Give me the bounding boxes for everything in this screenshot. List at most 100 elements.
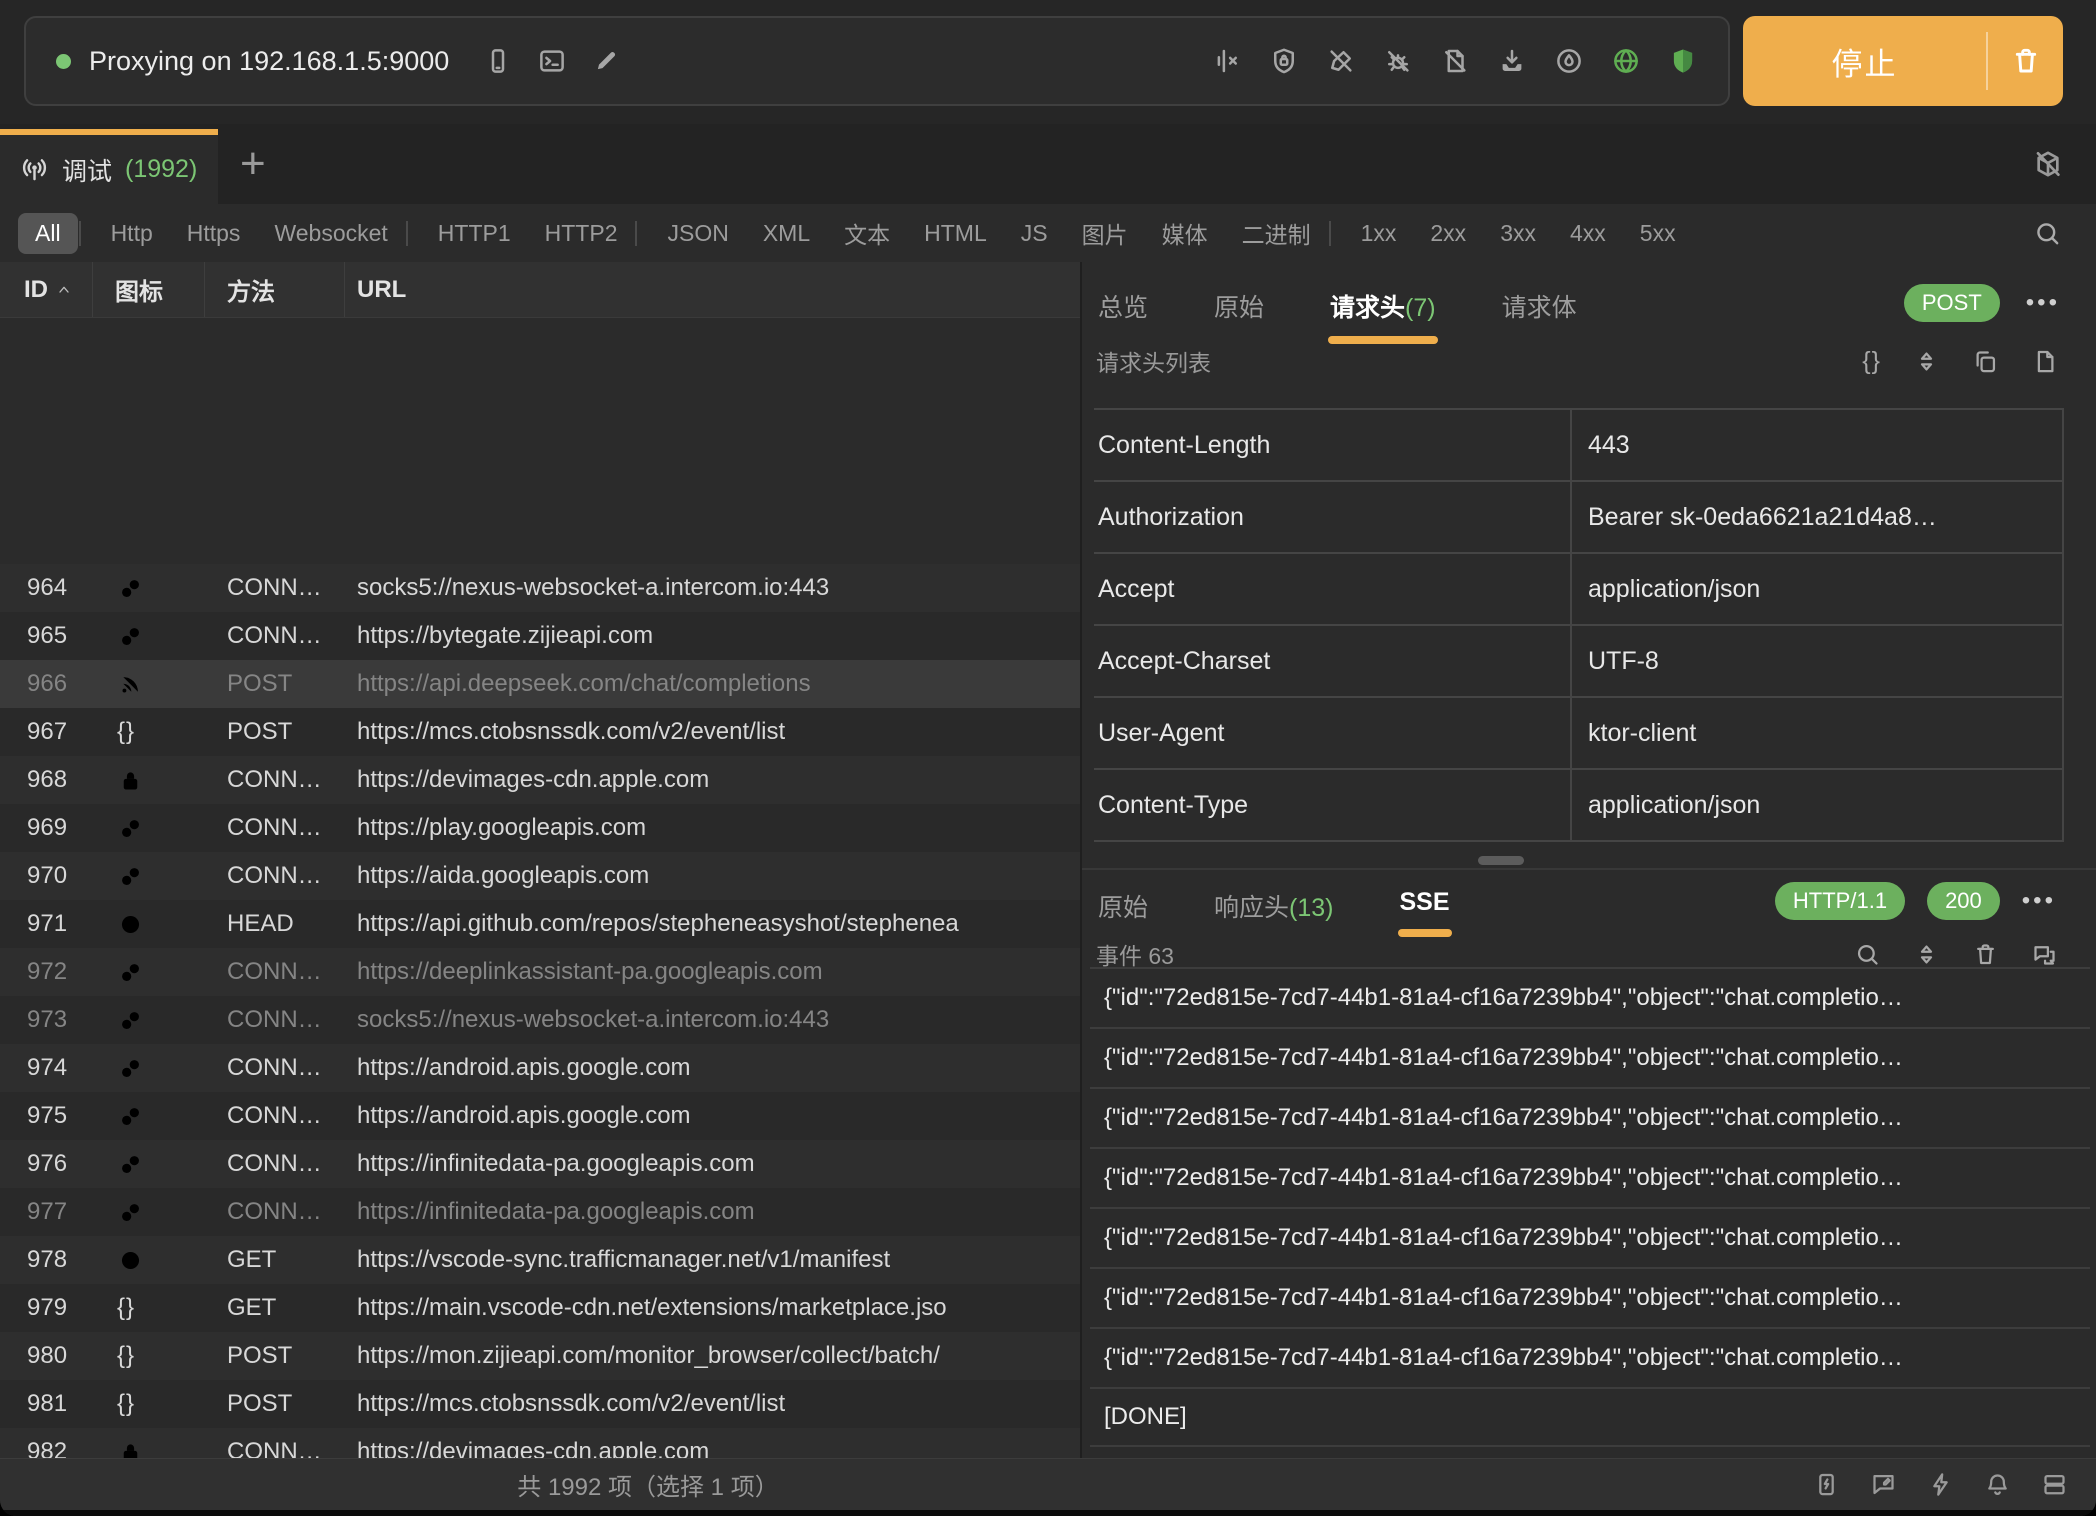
- copy-icon[interactable]: [1972, 348, 1999, 375]
- table-row[interactable]: 979 {} GET https://main.vscode-cdn.net/e…: [0, 1284, 1080, 1332]
- header-row[interactable]: Content-Type application/json: [1094, 770, 2062, 842]
- more-options-icon[interactable]: •••: [2026, 289, 2060, 317]
- breakpoint-bug-off-icon[interactable]: [1383, 46, 1413, 76]
- sse-event-row[interactable]: [DONE]: [1090, 1387, 2090, 1447]
- clear-trash-icon[interactable]: [1988, 45, 2063, 77]
- response-tab[interactable]: SSE: [1398, 874, 1452, 937]
- filter-item[interactable]: 二进制: [1225, 209, 1328, 257]
- sse-event-row[interactable]: {"id":"72ed815e-7cd7-44b1-81a4-cf16a7239…: [1090, 1087, 2090, 1147]
- device-boost-icon[interactable]: [1813, 1471, 1840, 1498]
- table-row[interactable]: 981 {} POST https://mcs.ctobsnssdk.com/v…: [0, 1380, 1080, 1428]
- request-tab[interactable]: 总览: [1096, 274, 1150, 344]
- sse-event-row[interactable]: {"id":"72ed815e-7cd7-44b1-81a4-cf16a7239…: [1090, 1207, 2090, 1267]
- table-row[interactable]: 967 {} POST https://mcs.ctobsnssdk.com/v…: [0, 708, 1080, 756]
- export-file-icon[interactable]: [2031, 348, 2058, 375]
- filter-item[interactable]: Https: [170, 213, 258, 254]
- scroll-sort-icon[interactable]: [1913, 941, 1940, 968]
- sse-event-text: {"id":"72ed815e-7cd7-44b1-81a4-cf16a7239…: [1104, 1344, 1903, 1372]
- request-tab[interactable]: 原始: [1212, 274, 1266, 344]
- filter-item[interactable]: 3xx: [1483, 213, 1553, 254]
- filter-item[interactable]: 图片: [1065, 209, 1145, 257]
- table-row[interactable]: 970 {} CONN… https://aida.googleapis.com: [0, 852, 1080, 900]
- sse-event-row[interactable]: {"id":"72ed815e-7cd7-44b1-81a4-cf16a7239…: [1090, 1327, 2090, 1387]
- terminal-icon[interactable]: [537, 46, 567, 76]
- filter-item[interactable]: 文本: [827, 209, 907, 257]
- search-icon[interactable]: [2033, 219, 2062, 248]
- signal-off-icon[interactable]: [1326, 46, 1356, 76]
- table-row[interactable]: 977 {} CONN… https://infinitedata-pa.goo…: [0, 1188, 1080, 1236]
- script-file-off-icon[interactable]: [1440, 46, 1470, 76]
- filter-item[interactable]: All: [18, 213, 78, 254]
- table-row[interactable]: 973 {} CONN… socks5://nexus-websocket-a.…: [0, 996, 1080, 1044]
- chat-bubbles-icon[interactable]: [2031, 941, 2058, 968]
- table-row[interactable]: 971 {} HEAD https://api.github.com/repos…: [0, 900, 1080, 948]
- request-tab[interactable]: 请求体: [1500, 274, 1579, 344]
- add-tab-button[interactable]: +: [240, 124, 266, 204]
- filter-item[interactable]: HTTP2: [528, 213, 635, 254]
- feedback-message-icon[interactable]: [1870, 1471, 1897, 1498]
- filter-item[interactable]: JSON: [650, 213, 745, 254]
- table-row[interactable]: 974 {} CONN… https://android.apis.google…: [0, 1044, 1080, 1092]
- drop-circle-icon[interactable]: [1554, 46, 1584, 76]
- table-row[interactable]: 965 {} CONN… https://bytegate.zijieapi.c…: [0, 612, 1080, 660]
- splitter-handle[interactable]: [1478, 856, 1524, 865]
- header-row[interactable]: Accept application/json: [1094, 554, 2062, 626]
- proxy-globe-icon[interactable]: [1611, 46, 1641, 76]
- table-row[interactable]: 982 {} CONN… https://devimages-cdn.apple…: [0, 1428, 1080, 1458]
- column-header-method[interactable]: 方法: [205, 262, 345, 317]
- table-row[interactable]: 969 {} CONN… https://play.googleapis.com: [0, 804, 1080, 852]
- column-header-url[interactable]: URL: [345, 262, 1080, 317]
- tab-debug-session[interactable]: 调试 (1992): [0, 129, 218, 204]
- filter-item[interactable]: XML: [746, 213, 827, 254]
- more-options-icon[interactable]: •••: [2022, 887, 2056, 915]
- window-bottom-edge: [0, 1510, 2096, 1516]
- row-id: 975: [0, 1102, 93, 1130]
- filter-item[interactable]: 媒体: [1145, 209, 1225, 257]
- sse-event-row[interactable]: {"id":"72ed815e-7cd7-44b1-81a4-cf16a7239…: [1090, 1147, 2090, 1207]
- sse-event-row[interactable]: {"id":"72ed815e-7cd7-44b1-81a4-cf16a7239…: [1090, 1027, 2090, 1087]
- table-row[interactable]: 964 {} CONN… socks5://nexus-websocket-a.…: [0, 564, 1080, 612]
- sse-event-row[interactable]: {"id":"72ed815e-7cd7-44b1-81a4-cf16a7239…: [1090, 967, 2090, 1027]
- sse-event-text: {"id":"72ed815e-7cd7-44b1-81a4-cf16a7239…: [1104, 1164, 1903, 1192]
- notifications-bell-icon[interactable]: [1984, 1471, 2011, 1498]
- view-as-json-icon[interactable]: {}: [1862, 347, 1881, 376]
- filter-item[interactable]: 1xx: [1344, 213, 1414, 254]
- ssl-shield-lock-icon[interactable]: [1269, 46, 1299, 76]
- header-row[interactable]: Content-Length 443: [1094, 410, 2062, 482]
- table-row[interactable]: 968 {} CONN… https://devimages-cdn.apple…: [0, 756, 1080, 804]
- header-row[interactable]: Accept-Charset UTF-8: [1094, 626, 2062, 698]
- stop-button[interactable]: 停止: [1743, 16, 2063, 106]
- column-header-icon[interactable]: 图标: [93, 262, 205, 317]
- mirror-x-icon[interactable]: [1212, 46, 1242, 76]
- header-row[interactable]: Authorization Bearer sk-0eda6621a21d4a8…: [1094, 482, 2062, 554]
- filter-item[interactable]: 5xx: [1623, 213, 1693, 254]
- column-header-id[interactable]: ID: [0, 262, 93, 317]
- table-row[interactable]: 975 {} CONN… https://android.apis.google…: [0, 1092, 1080, 1140]
- phone-icon[interactable]: [483, 46, 513, 76]
- filter-item[interactable]: Http: [94, 213, 170, 254]
- hide-capture-box-icon[interactable]: [2032, 148, 2064, 180]
- header-key: Content-Type: [1094, 770, 1572, 840]
- table-row[interactable]: 966 {} POST https://api.deepseek.com/cha…: [0, 660, 1080, 708]
- edit-pencil-icon[interactable]: [591, 46, 621, 76]
- header-row[interactable]: User-Agent ktor-client: [1094, 698, 2062, 770]
- filter-item[interactable]: HTTP1: [421, 213, 528, 254]
- filter-item[interactable]: HTML: [907, 213, 1004, 254]
- filter-item[interactable]: JS: [1004, 213, 1065, 254]
- performance-bolt-icon[interactable]: [1927, 1471, 1954, 1498]
- download-icon[interactable]: [1497, 46, 1527, 76]
- expand-collapse-icon[interactable]: [1913, 348, 1940, 375]
- trust-shield-icon[interactable]: [1668, 46, 1698, 76]
- table-row[interactable]: 976 {} CONN… https://infinitedata-pa.goo…: [0, 1140, 1080, 1188]
- table-row[interactable]: 978 {} GET https://vscode-sync.trafficma…: [0, 1236, 1080, 1284]
- search-icon[interactable]: [1854, 941, 1881, 968]
- filter-item[interactable]: Websocket: [257, 213, 404, 254]
- table-row[interactable]: 980 {} POST https://mon.zijieapi.com/mon…: [0, 1332, 1080, 1380]
- layout-rows-icon[interactable]: [2041, 1471, 2068, 1498]
- filter-item[interactable]: 2xx: [1413, 213, 1483, 254]
- clear-events-trash-icon[interactable]: [1972, 941, 1999, 968]
- filter-item[interactable]: 4xx: [1553, 213, 1623, 254]
- request-tab[interactable]: 请求头(7): [1328, 274, 1438, 344]
- sse-event-row[interactable]: {"id":"72ed815e-7cd7-44b1-81a4-cf16a7239…: [1090, 1267, 2090, 1327]
- table-row[interactable]: 972 {} CONN… https://deeplinkassistant-p…: [0, 948, 1080, 996]
